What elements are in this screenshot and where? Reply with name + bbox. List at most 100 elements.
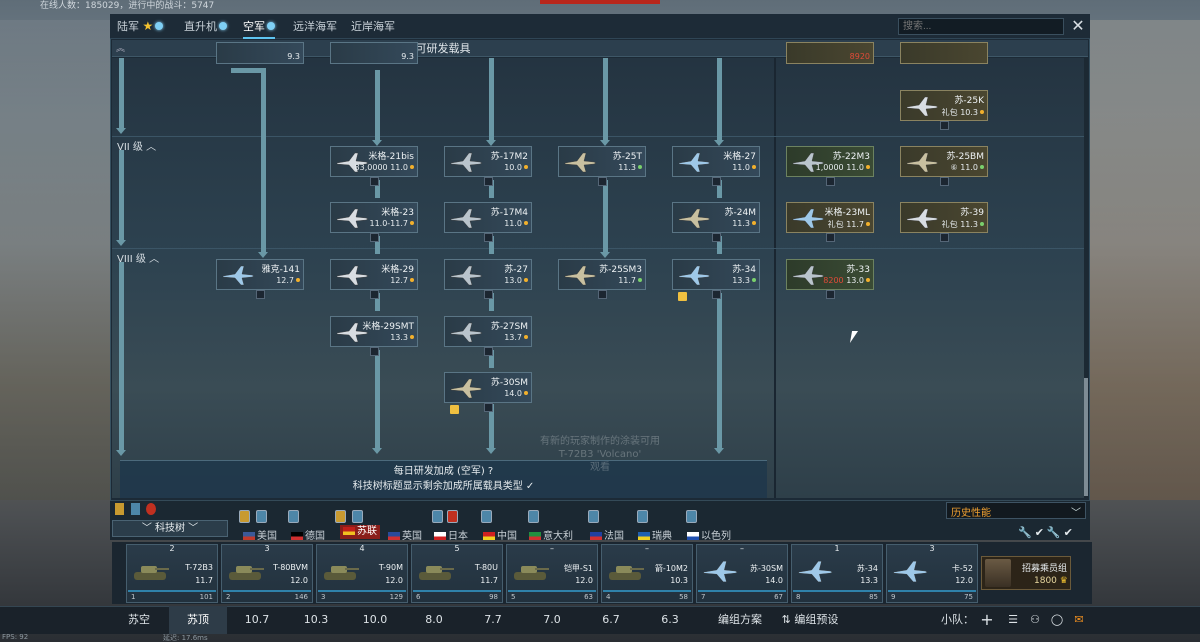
tech-tree-tab[interactable]: ﹀ 科技树 ﹀ (112, 520, 228, 537)
history-performance-select[interactable]: 历史性能 ﹀ (946, 502, 1086, 519)
tree-tools[interactable]: 🔧✔🔧✔ (1018, 526, 1076, 539)
nation-5[interactable]: 中国 (483, 527, 517, 542)
slot-progress (128, 590, 216, 592)
vehicle-card[interactable]: 雅克-141 12.7 (216, 259, 304, 290)
tab-ground[interactable]: 陆军 ★ (117, 14, 164, 39)
slot-count-value: 3 (264, 544, 270, 553)
crew-slot[interactable]: – 箭-10M2 10.3 4 58 (601, 544, 693, 603)
preset-slot[interactable]: 10.0 (346, 606, 404, 634)
tab-helicopter[interactable]: 直升机 (184, 14, 227, 39)
tab-coastal-fleet[interactable]: 近岸海军 (351, 14, 395, 39)
vehicle-card[interactable]: 米格-23ML 礼包 11.7 (786, 202, 874, 233)
vehicle-card[interactable]: 苏-27SM 13.7 (444, 316, 532, 347)
vehicle-card[interactable]: 苏-39 礼包 11.3 (900, 202, 988, 233)
vehicle-card[interactable]: 苏-30SM 14.0 (444, 372, 532, 403)
status-dot-icon (752, 221, 756, 225)
crew-slot[interactable]: 4 T-90M 12.0 3 129 (316, 544, 408, 603)
premium-card-partial[interactable] (900, 42, 988, 64)
vehicle-card[interactable]: 苏-25BM ⑥ 11.0 (900, 146, 988, 177)
vehicle-card[interactable]: 米格-21bis 83,0000 11.0 (330, 146, 418, 177)
crew-slot[interactable]: 2 T-72B3 11.7 1 101 (126, 544, 218, 603)
crew-slot[interactable]: 3 T-80BVM 12.0 2 146 (221, 544, 313, 603)
vehicle-card-partial[interactable]: 9.3 (216, 42, 304, 64)
vehicle-tag: 礼包 (941, 220, 958, 229)
slot-progress (698, 590, 786, 592)
tab-aviation[interactable]: 空军 (243, 14, 275, 39)
mail-icon[interactable]: ✉ (1070, 606, 1088, 634)
preset-slot[interactable]: 苏空 (110, 606, 168, 634)
preset-slot[interactable]: 10.3 (287, 606, 345, 634)
preset-button[interactable]: ⇅ 编组预设 (777, 606, 843, 634)
vehicle-card[interactable]: 米格-29 12.7 (330, 259, 418, 290)
recruit-crew-button[interactable]: 招募乘员组 1800 ♛ (981, 556, 1071, 590)
preset-slot[interactable]: 6.7 (582, 606, 640, 634)
nation-1[interactable]: 德国 (291, 527, 325, 542)
chat-icon[interactable]: ◯ (1048, 606, 1066, 634)
status-dot-icon (410, 165, 414, 169)
nation-7[interactable]: 法国 (590, 527, 624, 542)
tab-label: 近岸海军 (351, 20, 395, 33)
skin-notice-text: 有新的玩家制作的涂装可用 (540, 436, 660, 447)
nation-badge-icon (432, 510, 443, 523)
preset-slot[interactable]: 8.0 (405, 606, 463, 634)
tab-bluewater-fleet[interactable]: 远洋海军 (293, 14, 337, 39)
slot-progress (318, 590, 406, 592)
vehicle-card[interactable]: 苏-25T 11.3 (558, 146, 646, 177)
preset-slot[interactable]: 7.7 (464, 606, 522, 634)
vehicle-card[interactable]: 苏-25SM3 11.7 (558, 259, 646, 290)
vehicle-card-partial[interactable]: 9.3 (330, 42, 418, 64)
friends-icon[interactable]: ⚇ (1026, 606, 1044, 634)
vehicle-card[interactable]: 米格-29SMT 13.3 (330, 316, 418, 347)
preset-slot[interactable]: 7.0 (523, 606, 581, 634)
slot-count-value: 5 (454, 544, 460, 553)
vehicle-price: 1,0000 (815, 163, 844, 172)
search-input[interactable] (898, 18, 1064, 35)
nation-6[interactable]: 意大利 (529, 527, 573, 542)
preset-slot[interactable]: 苏顶 (169, 606, 227, 634)
nation-2[interactable]: 苏联 (340, 525, 380, 539)
wrench-icon[interactable]: 🔧 (1018, 526, 1035, 539)
vehicle-card[interactable]: 米格-27 11.0 (672, 146, 760, 177)
preset-slot[interactable]: 6.3 (641, 606, 699, 634)
scrollbar-thumb[interactable] (1084, 378, 1088, 496)
vehicle-card[interactable]: 苏-22M3 1,0000 11.0 (786, 146, 874, 177)
crew-slot[interactable]: – 铠甲-S1 12.0 5 63 (506, 544, 598, 603)
close-icon[interactable]: ✕ (1068, 16, 1088, 36)
vehicle-name: 苏-17M2 (490, 152, 528, 162)
vehicle-name: 米格-23 (381, 208, 414, 218)
nation-4[interactable]: 日本 (434, 527, 468, 542)
vehicle-card[interactable]: 苏-25K 礼包 10.3 (900, 90, 988, 121)
crew-slot[interactable]: 5 T-80U 11.7 6 98 (411, 544, 503, 603)
list-icon[interactable]: ☰ (1004, 606, 1022, 634)
vehicle-name: 苏-33 (846, 265, 870, 275)
vehicle-card[interactable]: 苏-34 13.3 (672, 259, 760, 290)
nation-8[interactable]: 瑞典 (638, 527, 672, 542)
crew-portrait (985, 559, 1011, 587)
bonus-type-checkbox[interactable]: 科技树标题显示剩余加成所属载具类型 ✓ (120, 477, 767, 492)
vehicle-card[interactable]: 苏-24M 11.3 (672, 202, 760, 233)
nation-label: 日本 (448, 531, 468, 542)
preset-name[interactable]: 编组方案 #11 (707, 606, 773, 642)
vehicle-card[interactable]: 苏-33 8200 13.0 (786, 259, 874, 290)
crew-slot[interactable]: 3 卡-52 12.0 9 75 (886, 544, 978, 603)
vehicle-card[interactable]: 苏-17M4 11.0 (444, 202, 532, 233)
star-icon: ★ (142, 19, 154, 33)
wrench-icon[interactable]: 🔧 (1047, 526, 1064, 539)
premium-card-partial[interactable]: 8920 (786, 42, 874, 64)
preset-slot[interactable]: 10.7 (228, 606, 286, 634)
vehicle-card[interactable]: 米格-23 11.0-11.7 (330, 202, 418, 233)
nation-0[interactable]: 美国 (243, 527, 277, 542)
nation-9[interactable]: 以色列 (687, 527, 731, 542)
add-squad-icon[interactable]: + (978, 606, 996, 634)
status-dot-icon (524, 391, 528, 395)
arrow-down-icon (486, 448, 496, 454)
skin-notice[interactable]: 有新的玩家制作的涂装可用 T-72B3 'Volcano' 观看 (520, 435, 680, 474)
nation-3[interactable]: 英国 (388, 527, 422, 542)
slot-value: 85 (869, 593, 878, 601)
vehicle-card[interactable]: 苏-27 13.0 (444, 259, 532, 290)
tree-line (375, 70, 380, 140)
crew-slot[interactable]: – 苏-30SM 14.0 7 67 (696, 544, 788, 603)
vehicle-br: 13.3 (732, 276, 750, 285)
crew-slot[interactable]: 1 苏-34 13.3 8 85 (791, 544, 883, 603)
vehicle-card[interactable]: 苏-17M2 10.0 (444, 146, 532, 177)
